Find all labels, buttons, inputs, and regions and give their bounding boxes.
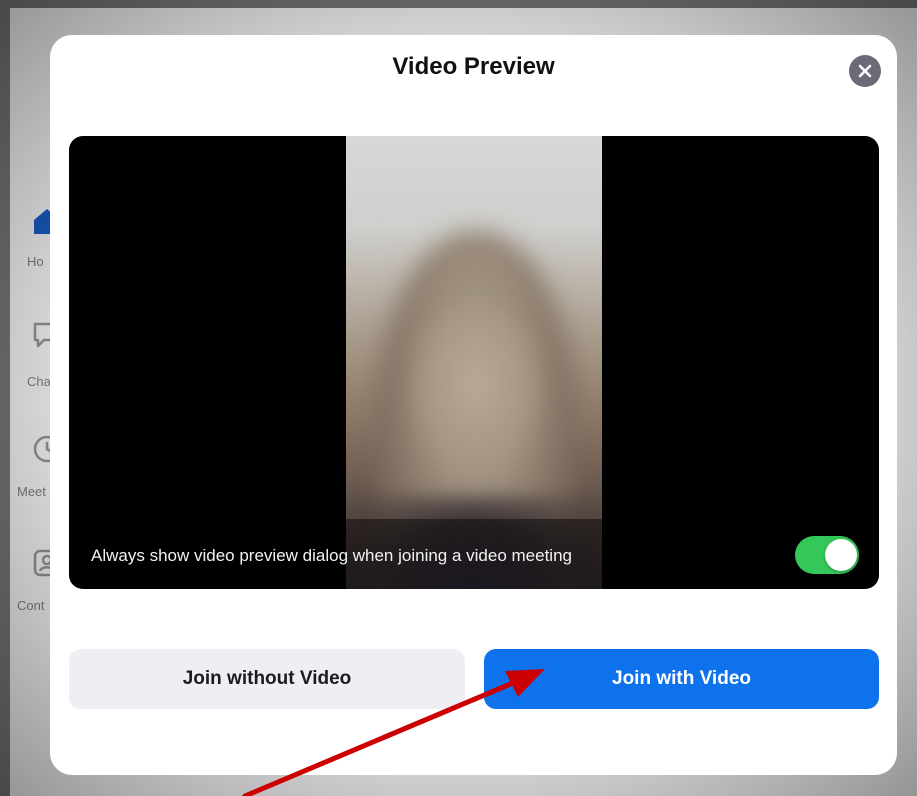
nav-item-label: Ho — [27, 254, 44, 269]
video-preview-dialog: Video Preview Always show video preview … — [50, 35, 897, 775]
nav-item-label: Cont — [17, 598, 45, 613]
close-icon — [858, 64, 872, 78]
nav-item-label: Cha — [27, 374, 51, 389]
nav-item-label: Meet — [17, 484, 46, 499]
toggle-knob — [825, 539, 857, 571]
close-button[interactable] — [849, 55, 881, 87]
camera-feed-face — [416, 306, 536, 476]
always-show-preview-toggle[interactable] — [795, 536, 859, 574]
preview-toggle-label: Always show video preview dialog when jo… — [91, 546, 572, 565]
dialog-title: Video Preview — [392, 53, 555, 80]
join-with-video-button[interactable]: Join with Video — [484, 649, 879, 709]
video-preview-area: Always show video preview dialog when jo… — [69, 136, 879, 589]
screen: Ho Cha Meet Cont Video Preview Always sh… — [0, 0, 917, 796]
join-without-video-button[interactable]: Join without Video — [69, 649, 465, 709]
